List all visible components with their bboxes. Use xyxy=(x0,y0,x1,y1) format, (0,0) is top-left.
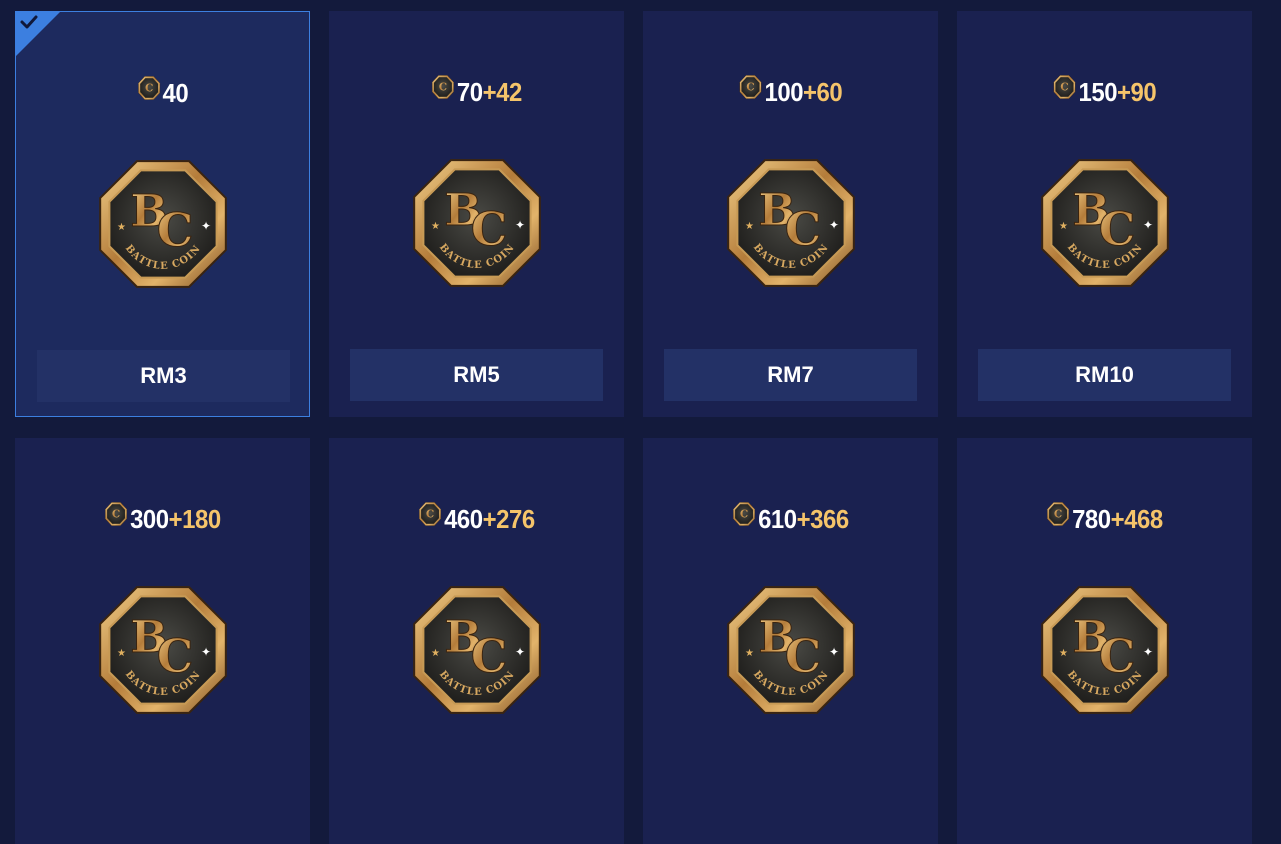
battle-coin-icon: C xyxy=(1046,501,1070,535)
battle-coin-icon: C xyxy=(431,74,455,108)
base-amount: 40 xyxy=(162,78,189,108)
svg-text:★: ★ xyxy=(117,222,126,233)
package-card-5[interactable]: C 300+180 B C BATTLE COIN ★ ✦ xyxy=(15,438,310,844)
coin-amount: C 460+276 xyxy=(341,502,612,536)
price-button[interactable]: RM5 xyxy=(350,349,603,401)
battle-coin-icon: C xyxy=(739,74,763,108)
coin-amount: C 100+60 xyxy=(655,75,926,109)
coin-amount: C 780+468 xyxy=(969,502,1240,536)
price-button[interactable]: RM3 xyxy=(37,350,290,402)
svg-text:✦: ✦ xyxy=(515,645,525,659)
svg-text:★: ★ xyxy=(1059,221,1068,232)
bonus-amount: +366 xyxy=(796,504,850,534)
svg-text:C: C xyxy=(1054,507,1062,521)
svg-text:★: ★ xyxy=(1059,648,1068,659)
battle-coin-image: B C BATTLE COIN ★ ✦ xyxy=(1035,153,1175,293)
bonus-amount: +90 xyxy=(1117,77,1157,107)
battle-coin-icon: C xyxy=(732,501,756,535)
selected-indicator xyxy=(15,11,61,57)
package-card-1[interactable]: C 40 B C BATTLE COIN ★ ✦ RM3 xyxy=(15,11,310,417)
svg-text:C: C xyxy=(439,80,447,94)
svg-text:C: C xyxy=(747,80,755,94)
svg-text:★: ★ xyxy=(745,221,754,232)
base-amount: 300 xyxy=(130,504,169,534)
battle-coin-image: B C BATTLE COIN ★ ✦ xyxy=(1035,580,1175,720)
package-card-8[interactable]: C 780+468 B C BATTLE COIN ★ ✦ xyxy=(957,438,1252,844)
svg-text:C: C xyxy=(426,507,434,521)
battle-coin-icon: C xyxy=(418,501,442,535)
base-amount: 460 xyxy=(444,504,483,534)
svg-text:C: C xyxy=(1061,80,1069,94)
battle-coin-image: B C BATTLE COIN ★ ✦ xyxy=(407,580,547,720)
price-button[interactable]: RM7 xyxy=(664,349,917,401)
svg-text:C: C xyxy=(1098,629,1135,683)
svg-text:C: C xyxy=(740,507,748,521)
svg-text:✦: ✦ xyxy=(1143,645,1153,659)
svg-text:C: C xyxy=(784,202,821,256)
battle-coin-icon: C xyxy=(1053,74,1077,108)
svg-text:★: ★ xyxy=(431,648,440,659)
package-card-6[interactable]: C 460+276 B C BATTLE COIN ★ ✦ xyxy=(329,438,624,844)
base-amount: 100 xyxy=(764,77,804,107)
battle-coin-image: B C BATTLE COIN ★ ✦ xyxy=(93,154,233,294)
battle-coin-image: B C BATTLE COIN ★ ✦ xyxy=(721,580,861,720)
package-card-3[interactable]: C 100+60 B C BATTLE COIN ★ ✦ RM7 xyxy=(643,11,938,417)
svg-text:C: C xyxy=(1098,202,1135,256)
svg-text:C: C xyxy=(470,629,507,683)
battle-coin-image: B C BATTLE COIN ★ ✦ xyxy=(93,580,233,720)
svg-text:✦: ✦ xyxy=(829,645,839,659)
bonus-amount: +42 xyxy=(482,77,523,107)
svg-text:C: C xyxy=(470,202,507,256)
svg-text:C: C xyxy=(156,629,193,683)
coin-amount: C 610+366 xyxy=(655,502,926,536)
svg-text:✦: ✦ xyxy=(201,219,211,233)
base-amount: 150 xyxy=(1078,77,1118,107)
package-card-7[interactable]: C 610+366 B C BATTLE COIN ★ ✦ xyxy=(643,438,938,844)
svg-text:C: C xyxy=(156,203,193,257)
package-grid: C 40 B C BATTLE COIN ★ ✦ RM3 C 70+42 B C BATTLE … xyxy=(0,0,1281,844)
svg-text:✦: ✦ xyxy=(201,645,211,659)
battle-coin-image: B C BATTLE COIN ★ ✦ xyxy=(407,153,547,293)
bonus-amount: +276 xyxy=(482,504,536,534)
bonus-amount: +60 xyxy=(803,77,843,107)
svg-text:✦: ✦ xyxy=(515,218,525,232)
svg-text:C: C xyxy=(784,629,821,683)
battle-coin-image: B C BATTLE COIN ★ ✦ xyxy=(721,153,861,293)
coin-amount: C 300+180 xyxy=(27,502,298,536)
bonus-amount: +468 xyxy=(1110,504,1164,534)
checkmark-icon xyxy=(20,15,38,29)
coin-amount: C 40 xyxy=(28,76,298,110)
base-amount: 70 xyxy=(456,77,483,107)
battle-coin-icon: C xyxy=(104,501,128,535)
price-button[interactable]: RM10 xyxy=(978,349,1231,401)
package-card-2[interactable]: C 70+42 B C BATTLE COIN ★ ✦ RM5 xyxy=(329,11,624,417)
battle-coin-icon: C xyxy=(137,75,161,109)
coin-amount: C 70+42 xyxy=(341,75,612,109)
svg-text:C: C xyxy=(145,81,153,95)
package-card-4[interactable]: C 150+90 B C BATTLE COIN ★ ✦ RM10 xyxy=(957,11,1252,417)
base-amount: 780 xyxy=(1072,504,1111,534)
bonus-amount: +180 xyxy=(168,504,222,534)
svg-text:✦: ✦ xyxy=(1143,218,1153,232)
svg-text:★: ★ xyxy=(745,648,754,659)
svg-text:★: ★ xyxy=(117,648,126,659)
base-amount: 610 xyxy=(758,504,797,534)
svg-text:✦: ✦ xyxy=(829,218,839,232)
coin-amount: C 150+90 xyxy=(969,75,1240,109)
svg-text:C: C xyxy=(112,507,120,521)
svg-text:★: ★ xyxy=(431,221,440,232)
